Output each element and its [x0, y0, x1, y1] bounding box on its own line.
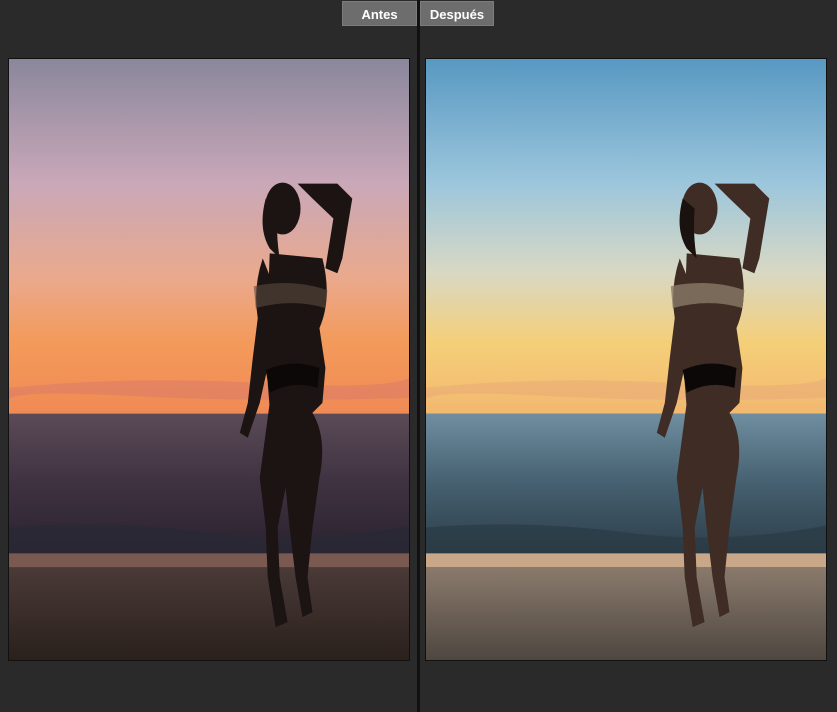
before-photo	[8, 58, 410, 661]
after-photo-image	[426, 59, 826, 660]
split-divider[interactable]	[417, 0, 420, 712]
after-label-tab[interactable]: Después	[420, 1, 494, 26]
after-photo	[425, 58, 827, 661]
before-after-viewer: Antes Después	[0, 0, 837, 712]
before-label-tab[interactable]: Antes	[342, 1, 417, 26]
before-photo-image	[9, 59, 409, 660]
